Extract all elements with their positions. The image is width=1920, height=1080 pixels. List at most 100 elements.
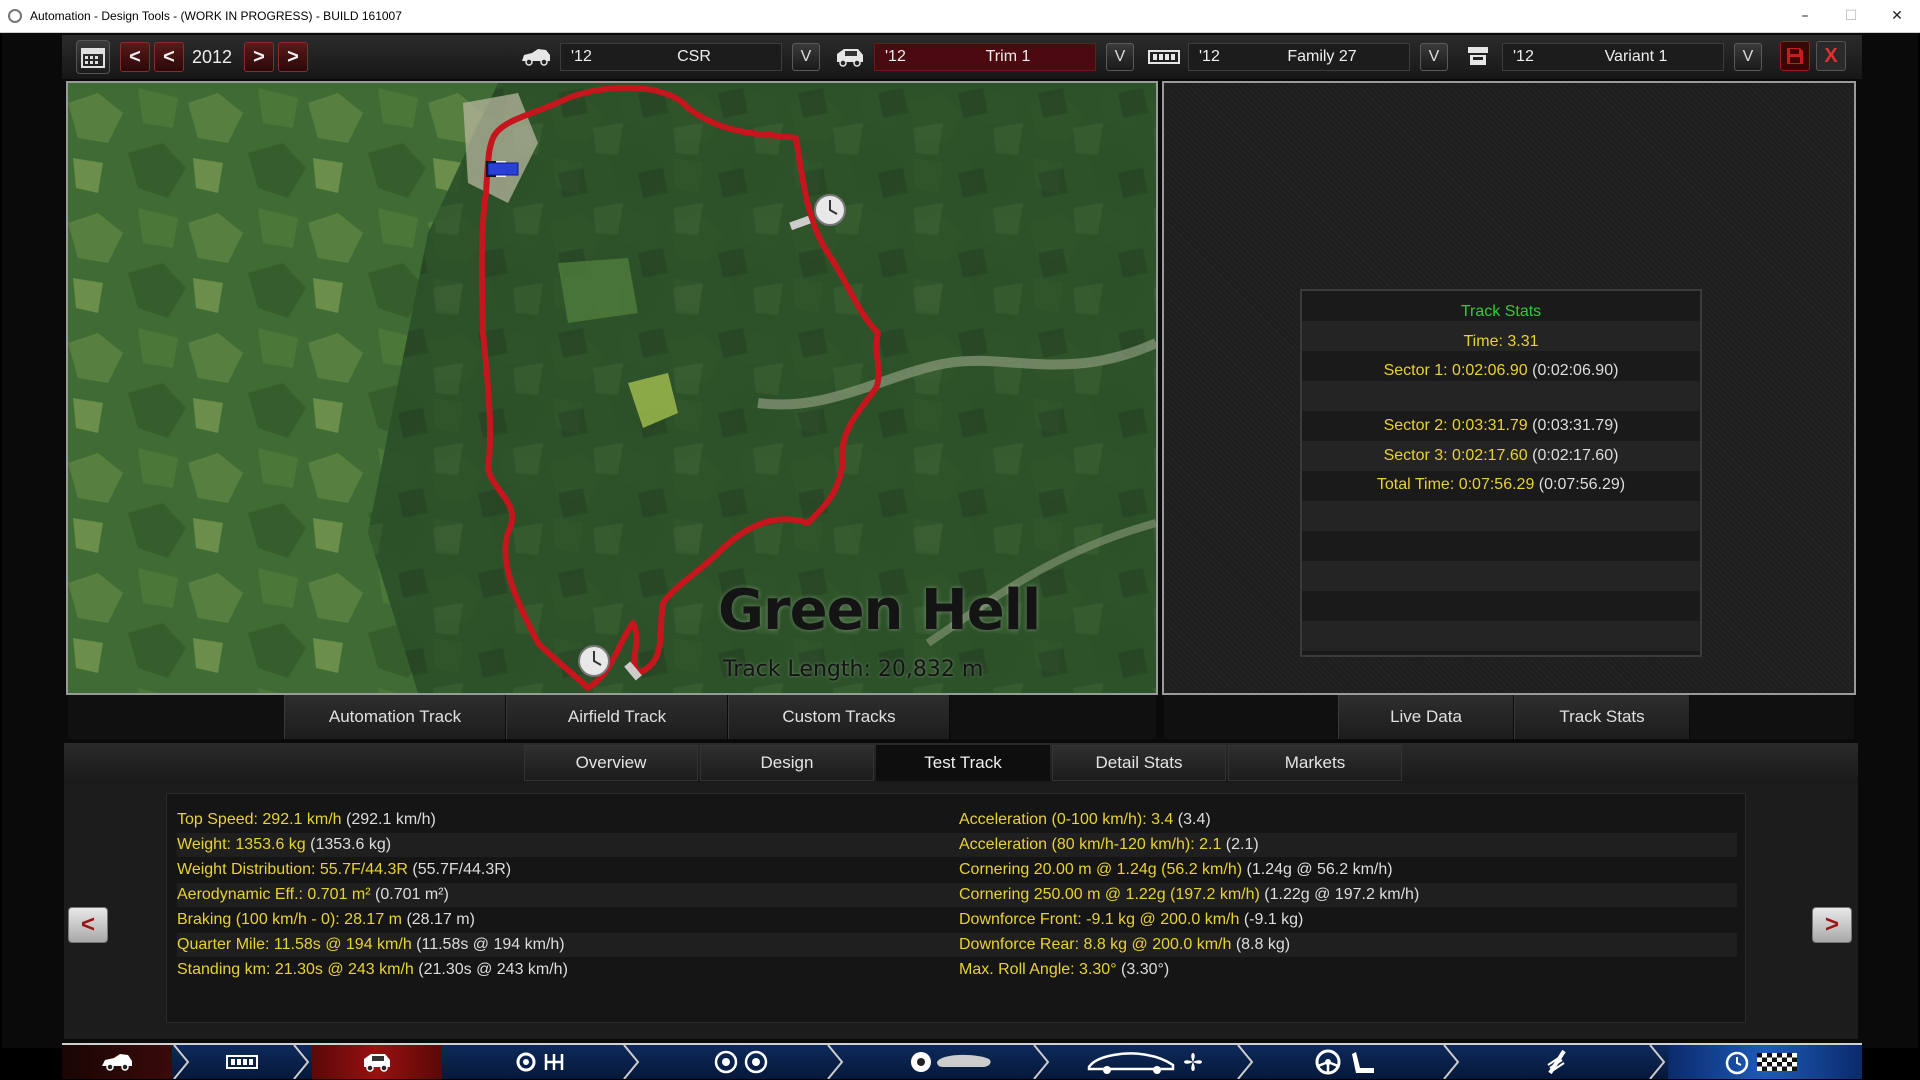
calendar-button[interactable] (76, 40, 110, 74)
engine-family-field[interactable]: '12 Family 27 (1188, 43, 1410, 71)
stat-left: Standing km: 21.30s @ 243 km/h (21.30s @… (177, 961, 568, 979)
minimize-button[interactable]: – (1782, 0, 1828, 32)
track-stats-title: Track Stats (1460, 303, 1542, 320)
tab-overview[interactable]: Overview (524, 745, 698, 781)
gearbox-icon (516, 1052, 564, 1072)
tab-live-data[interactable]: Live Data (1338, 695, 1514, 739)
workflow-model-step[interactable] (62, 1045, 172, 1079)
prev-page-button[interactable]: < (68, 907, 108, 943)
year-prev-fast-button[interactable]: < (120, 42, 150, 72)
stat-value: Downforce Rear: 8.8 kg @ 200.0 km/h (959, 936, 1232, 953)
year-prev-button[interactable]: < (154, 42, 184, 72)
stats-row: Top Speed: 292.1 km/h (292.1 km/h) Accel… (177, 808, 1737, 832)
year-next-button[interactable]: > (244, 42, 274, 72)
engine-family-dropdown-button[interactable]: V (1420, 43, 1448, 71)
stat-left: Aerodynamic Eff.: 0.701 m² (0.701 m²) (177, 886, 449, 904)
trim-field[interactable]: '12 Trim 1 (874, 43, 1096, 71)
workflow-chevron-icon (827, 1045, 844, 1079)
sector-1-ref: (0:02:06.90) (1532, 362, 1619, 379)
sector-2-time: Sector 2: 0:03:31.79 (1383, 417, 1528, 434)
workflow-suspension-step[interactable] (682, 1045, 802, 1079)
tab-detail-stats[interactable]: Detail Stats (1052, 745, 1226, 781)
model-year: '12 (571, 48, 592, 65)
car-body-icon (102, 1054, 132, 1071)
stat-value: Standing km: 21.30s @ 243 km/h (177, 961, 414, 978)
stat-value: Acceleration (0-100 km/h): 3.4 (959, 811, 1174, 828)
total-time: Total Time: 0:07:56.29 (1376, 476, 1535, 493)
workflow-chevron-icon (1237, 1045, 1254, 1079)
stat-left: Quarter Mile: 11.58s @ 194 km/h (11.58s … (177, 936, 565, 954)
stat-reference: (-9.1 kg) (1243, 911, 1304, 928)
total-time-line: Total Time: 0:07:56.29 (0:07:56.29) (1302, 476, 1700, 494)
app-logo-icon (8, 9, 22, 23)
tab-custom-tracks[interactable]: Custom Tracks (728, 695, 950, 739)
stat-reference: (21.30s @ 243 km/h) (418, 961, 568, 978)
engine-variant-field[interactable]: '12 Variant 1 (1502, 43, 1724, 71)
workflow-interior-step[interactable] (1282, 1045, 1412, 1079)
model-selector: '12 CSR V (518, 39, 820, 75)
calendar-icon (81, 48, 105, 68)
close-window-button[interactable]: ✕ (1874, 0, 1920, 32)
trim-name: Trim 1 (985, 48, 1031, 65)
stats-row: Weight Distribution: 55.7F/44.3R (55.7F/… (177, 858, 1737, 882)
stat-right: Acceleration (80 km/h-120 km/h): 2.1 (2.… (959, 836, 1259, 854)
engine-variant-dropdown-button[interactable]: V (1734, 43, 1762, 71)
workflow-chevron-icon (293, 1045, 310, 1079)
trim-selector: '12 Trim 1 V (832, 39, 1134, 75)
shock-icon (1547, 1049, 1566, 1075)
stat-value: Aerodynamic Eff.: 0.701 m² (177, 886, 371, 903)
workflow-test-step[interactable] (1668, 1045, 1862, 1079)
model-dropdown-button[interactable]: V (792, 43, 820, 71)
stat-value: Cornering 20.00 m @ 1.24g (56.2 km/h) (959, 861, 1243, 878)
stat-left: Weight: 1353.6 kg (1353.6 kg) (177, 836, 391, 854)
workflow-aero-step[interactable] (1072, 1045, 1222, 1079)
stat-value: Cornering 250.00 m @ 1.22g (197.2 km/h) (959, 886, 1260, 903)
workflow-trim-step[interactable] (312, 1045, 442, 1079)
car-position-marker (486, 161, 519, 177)
maximize-button[interactable]: ☐ (1828, 0, 1874, 32)
save-button[interactable] (1780, 41, 1810, 71)
sector-3-ref: (0:02:17.60) (1532, 447, 1619, 464)
trim-year: '12 (885, 48, 906, 65)
stat-reference: (8.8 kg) (1235, 936, 1291, 953)
workflow-family-step[interactable] (192, 1045, 292, 1079)
stat-value: Top Speed: 292.1 km/h (177, 811, 342, 828)
trim-dropdown-button[interactable]: V (1106, 43, 1134, 71)
stat-value: Acceleration (80 km/h-120 km/h): 2.1 (959, 836, 1222, 853)
engine-family-selector: '12 Family 27 V (1146, 39, 1448, 75)
stat-right: Cornering 250.00 m @ 1.22g (197.2 km/h) … (959, 886, 1419, 904)
tab-markets[interactable]: Markets (1228, 745, 1402, 781)
tab-test-track[interactable]: Test Track (876, 745, 1050, 781)
stat-reference: (2.1) (1225, 836, 1259, 853)
aero-fan-icon (1087, 1052, 1202, 1074)
stats-view-tabs: Live Data Track Stats (1164, 695, 1854, 739)
window-controls: – ☐ ✕ (1782, 0, 1920, 32)
stopwatch-flag-icon (1725, 1051, 1797, 1075)
workflow-safety-step[interactable] (1492, 1045, 1622, 1079)
next-page-button[interactable]: > (1812, 907, 1852, 943)
stat-reference: (292.1 km/h) (346, 811, 436, 828)
tab-automation-track[interactable]: Automation Track (284, 695, 506, 739)
sector-2-line: Sector 2: 0:03:31.79 (0:03:31.79) (1302, 417, 1700, 435)
workflow-tires-step[interactable] (882, 1045, 1022, 1079)
performance-stats-panel: Top Speed: 292.1 km/h (292.1 km/h) Accel… (166, 793, 1746, 1023)
sector-1-line: Sector 1: 0:02:06.90 (0:02:06.90) (1302, 362, 1700, 380)
stats-row: Braking (100 km/h - 0): 28.17 m (28.17 m… (177, 908, 1737, 932)
workflow-chevron-icon (1443, 1045, 1460, 1079)
close-design-button[interactable]: X (1816, 41, 1846, 71)
workflow-chevron-icon (1649, 1045, 1666, 1079)
sector-3-line: Sector 3: 0:02:17.60 (0:02:17.60) (1302, 447, 1700, 465)
window-title: Automation - Design Tools - (WORK IN PRO… (30, 9, 402, 23)
stats-row: Quarter Mile: 11.58s @ 194 km/h (11.58s … (177, 933, 1737, 957)
workflow-drivetrain-step[interactable] (482, 1045, 602, 1079)
top-toolbar: < < 2012 > > '12 CSR V '12 Trim 1 V '12 … (62, 35, 1862, 79)
tab-track-stats[interactable]: Track Stats (1514, 695, 1690, 739)
stat-reference: (55.7F/44.3R) (412, 861, 512, 878)
track-name-label: Green Hell (718, 578, 1041, 643)
engine-variant-name: Variant 1 (1604, 48, 1668, 65)
tab-airfield-track[interactable]: Airfield Track (506, 695, 728, 739)
model-field[interactable]: '12 CSR (560, 43, 782, 71)
design-workflow-bar (62, 1043, 1862, 1079)
year-next-fast-button[interactable]: > (278, 42, 308, 72)
tab-design[interactable]: Design (700, 745, 874, 781)
